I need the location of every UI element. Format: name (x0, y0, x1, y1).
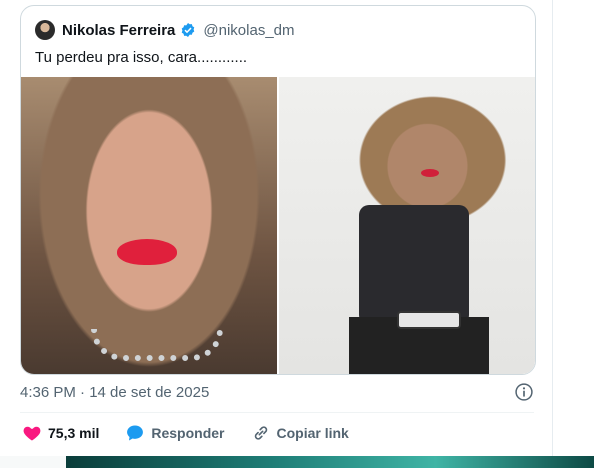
avatar[interactable] (35, 20, 55, 40)
photo-detail (397, 311, 461, 329)
speech-bubble-icon (127, 425, 144, 441)
next-item-preview (66, 456, 594, 468)
verified-badge-icon (182, 23, 195, 37)
timestamp-text[interactable]: 4:36 PM · 14 de set de 2025 (20, 384, 209, 401)
media-photo-left[interactable] (21, 77, 277, 374)
tweet-actions: 75,3 mil Responder Copiar link (22, 421, 375, 445)
page-background (0, 456, 66, 468)
photo-detail (421, 169, 439, 177)
quoted-tweet-card[interactable]: Nikolas Ferreira @nikolas_dm Tu perdeu p… (20, 5, 536, 375)
reply-label: Responder (151, 425, 225, 441)
divider (20, 412, 534, 413)
reply-button[interactable]: Responder (125, 423, 225, 443)
photo-detail (359, 205, 469, 325)
quoted-author-row: Nikolas Ferreira @nikolas_dm (35, 19, 295, 41)
link-icon (254, 426, 267, 440)
author-name[interactable]: Nikolas Ferreira (62, 22, 175, 39)
copy-link-label: Copiar link (276, 425, 349, 441)
media-grid (21, 77, 535, 374)
info-icon[interactable] (514, 382, 534, 402)
like-button[interactable]: 75,3 mil (22, 423, 99, 443)
likes-count: 75,3 mil (48, 425, 100, 441)
photo-detail (117, 239, 177, 265)
author-handle[interactable]: @nikolas_dm (203, 22, 294, 39)
tweet-detail: Nikolas Ferreira @nikolas_dm Tu perdeu p… (0, 0, 553, 456)
photo-detail (91, 329, 223, 361)
quoted-tweet-text: Tu perdeu pra isso, cara............ (35, 49, 248, 66)
copy-link-button[interactable]: Copiar link (251, 423, 349, 443)
tweet-timestamp[interactable]: 4:36 PM · 14 de set de 2025 (20, 381, 209, 403)
heart-icon (23, 426, 41, 441)
media-photo-right[interactable] (279, 77, 535, 374)
